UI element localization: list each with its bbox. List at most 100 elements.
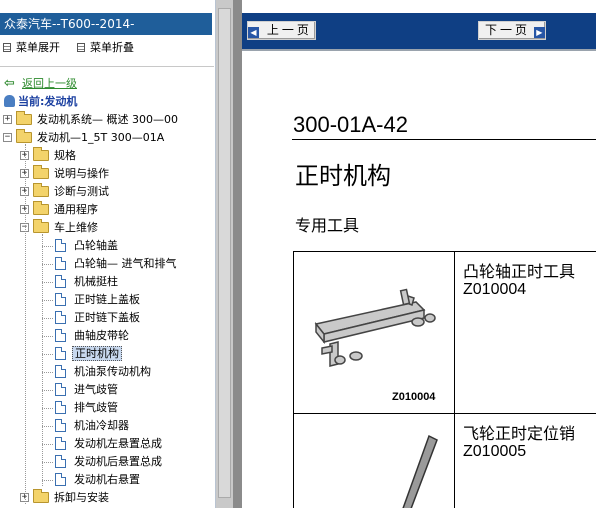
document-icon — [55, 437, 66, 450]
tree-connector — [42, 234, 43, 486]
tool-image-cell-2 — [294, 414, 455, 508]
tree-connector — [42, 408, 53, 409]
tree-item-label: 凸轮轴— 进气和排气 — [74, 257, 177, 270]
next-page-button[interactable]: 下一页 ▶ — [478, 21, 546, 40]
viewer-top-strip — [242, 0, 596, 13]
arrow-right-icon: ▶ — [533, 27, 545, 38]
tree-doc-item[interactable]: 正时链上盖板 — [55, 292, 142, 308]
menu-expand-button[interactable]: 菜单展开 — [3, 41, 60, 55]
tree-connector — [42, 264, 53, 265]
document-icon — [55, 239, 66, 252]
folder-icon — [33, 489, 49, 503]
toolbar-separator — [0, 66, 214, 67]
tree-toggle-icon[interactable]: + — [3, 115, 12, 124]
tree-folder-item[interactable]: 发动机系统— 概述 300—00 — [16, 111, 180, 128]
folder-icon — [33, 219, 49, 233]
tree-connector — [42, 444, 53, 445]
folder-icon — [33, 183, 49, 197]
tree-item-label: 凸轮轴盖 — [74, 239, 118, 252]
back-link[interactable]: ⇦ 返回上一级 — [4, 76, 77, 92]
folder-icon — [16, 111, 32, 125]
menu-expand-icon — [3, 43, 11, 52]
tree-doc-item[interactable]: 机油泵传动机构 — [55, 364, 153, 380]
document-icon — [55, 383, 66, 396]
tree-doc-item[interactable]: 发动机右悬置 — [55, 472, 142, 488]
menu-expand-label: 菜单展开 — [16, 41, 60, 54]
tree-connector — [42, 462, 53, 463]
document-icon — [55, 365, 66, 378]
tool-image-code: Z010004 — [392, 391, 436, 403]
tree-doc-item[interactable]: 机油冷却器 — [55, 418, 131, 434]
tree-doc-item[interactable]: 发动机后悬置总成 — [55, 454, 164, 470]
tree-item-label: 排气歧管 — [74, 401, 118, 414]
arrow-left-icon: ◀ — [248, 27, 259, 38]
tree-folder-item[interactable]: 说明与操作 — [33, 165, 111, 182]
tree-doc-item[interactable]: 正时链下盖板 — [55, 310, 142, 326]
navigation-tree-panel: 众泰汽车--T600--2014- 菜单展开 菜单折叠 ⇦ 返回上一级 当前:发动… — [0, 0, 216, 508]
menu-collapse-button[interactable]: 菜单折叠 — [77, 41, 134, 55]
tree-connector — [42, 300, 53, 301]
tree-toggle-icon[interactable]: − — [3, 133, 12, 142]
document-code: 300-01A-42 — [293, 112, 408, 137]
tree-doc-item[interactable]: 正时机构 — [55, 346, 122, 362]
document-code-rule — [292, 139, 596, 140]
tree-doc-item[interactable]: 排气歧管 — [55, 400, 120, 416]
frame-edge — [233, 0, 242, 508]
tree-folder-item[interactable]: 发动机—1_5T 300—01A — [16, 129, 166, 146]
tree-item-label: 说明与操作 — [54, 167, 109, 180]
tree-doc-item[interactable]: 机械挺柱 — [55, 274, 120, 290]
document-icon — [55, 293, 66, 306]
tree-folder-item[interactable]: 通用程序 — [33, 201, 100, 218]
next-page-label: 下一页 — [485, 23, 531, 37]
document-title: 正时机构 — [295, 162, 391, 190]
tree-connector — [42, 354, 53, 355]
camshaft-timing-tool-image — [314, 288, 436, 367]
tree-doc-item[interactable]: 凸轮轴盖 — [55, 238, 120, 254]
tree-item-label: 发动机左悬置总成 — [74, 437, 162, 450]
tree-doc-item[interactable]: 发动机左悬置总成 — [55, 436, 164, 452]
tree-item-label: 通用程序 — [54, 203, 98, 216]
tool-name-2: 飞轮正时定位销 — [463, 424, 576, 443]
tree-connector — [42, 318, 53, 319]
page-nav-bar: ◀ 上一页 下一页 ▶ — [242, 13, 596, 49]
tool-code-2: Z010005 — [463, 443, 527, 460]
left-top-strip — [0, 0, 215, 13]
document-icon — [55, 347, 66, 360]
tree-folder-item[interactable]: 拆卸与安装 — [33, 489, 111, 506]
tool-info-cell-2: 飞轮正时定位销 Z010005 — [455, 414, 596, 508]
tree-folder-item[interactable]: 诊断与测试 — [33, 183, 111, 200]
document-icon — [55, 419, 66, 432]
tree-item-label: 曲轴皮带轮 — [74, 329, 129, 342]
tree-doc-item[interactable]: 进气歧管 — [55, 382, 120, 398]
folder-icon — [33, 165, 49, 179]
prev-page-button[interactable]: ◀ 上一页 — [247, 21, 316, 40]
computer-icon — [4, 95, 15, 107]
tree-item-label: 发动机系统— 概述 300—00 — [37, 113, 178, 126]
tree-connector — [42, 336, 53, 337]
tree-item-label: 进气歧管 — [74, 383, 118, 396]
document-icon — [55, 401, 66, 414]
document-icon — [55, 329, 66, 342]
tree-folder-item[interactable]: 规格 — [33, 147, 78, 164]
tree-item-label: 发动机右悬置 — [74, 473, 140, 486]
document-viewer: ◀ 上一页 下一页 ▶ 300-01A-42 正时机构 专用工具 Z010004… — [242, 0, 596, 508]
tree-connector — [42, 480, 53, 481]
tree-folder-item[interactable]: 车上维修 — [33, 219, 100, 236]
folder-icon — [33, 147, 49, 161]
tree-doc-item[interactable]: 凸轮轴— 进气和排气 — [55, 256, 179, 272]
tree-connector — [25, 144, 26, 504]
tree-connector — [42, 390, 53, 391]
current-location-label: 当前:发动机 — [18, 95, 78, 108]
tree-item-label: 诊断与测试 — [54, 185, 109, 198]
tree-doc-item[interactable]: 曲轴皮带轮 — [55, 328, 131, 344]
tree-item-label: 正时机构 — [72, 346, 122, 361]
prev-page-label: 上一页 — [266, 23, 312, 37]
tree-item-label: 机油泵传动机构 — [74, 365, 151, 378]
header-rule — [242, 49, 596, 51]
left-panel-title: 众泰汽车--T600--2014- — [0, 13, 212, 35]
tree-scrollbar-thumb[interactable] — [218, 8, 231, 498]
document-icon — [55, 455, 66, 468]
menu-collapse-label: 菜单折叠 — [90, 41, 134, 54]
tool-code: Z010004 — [463, 281, 527, 298]
tree-connector — [42, 372, 53, 373]
